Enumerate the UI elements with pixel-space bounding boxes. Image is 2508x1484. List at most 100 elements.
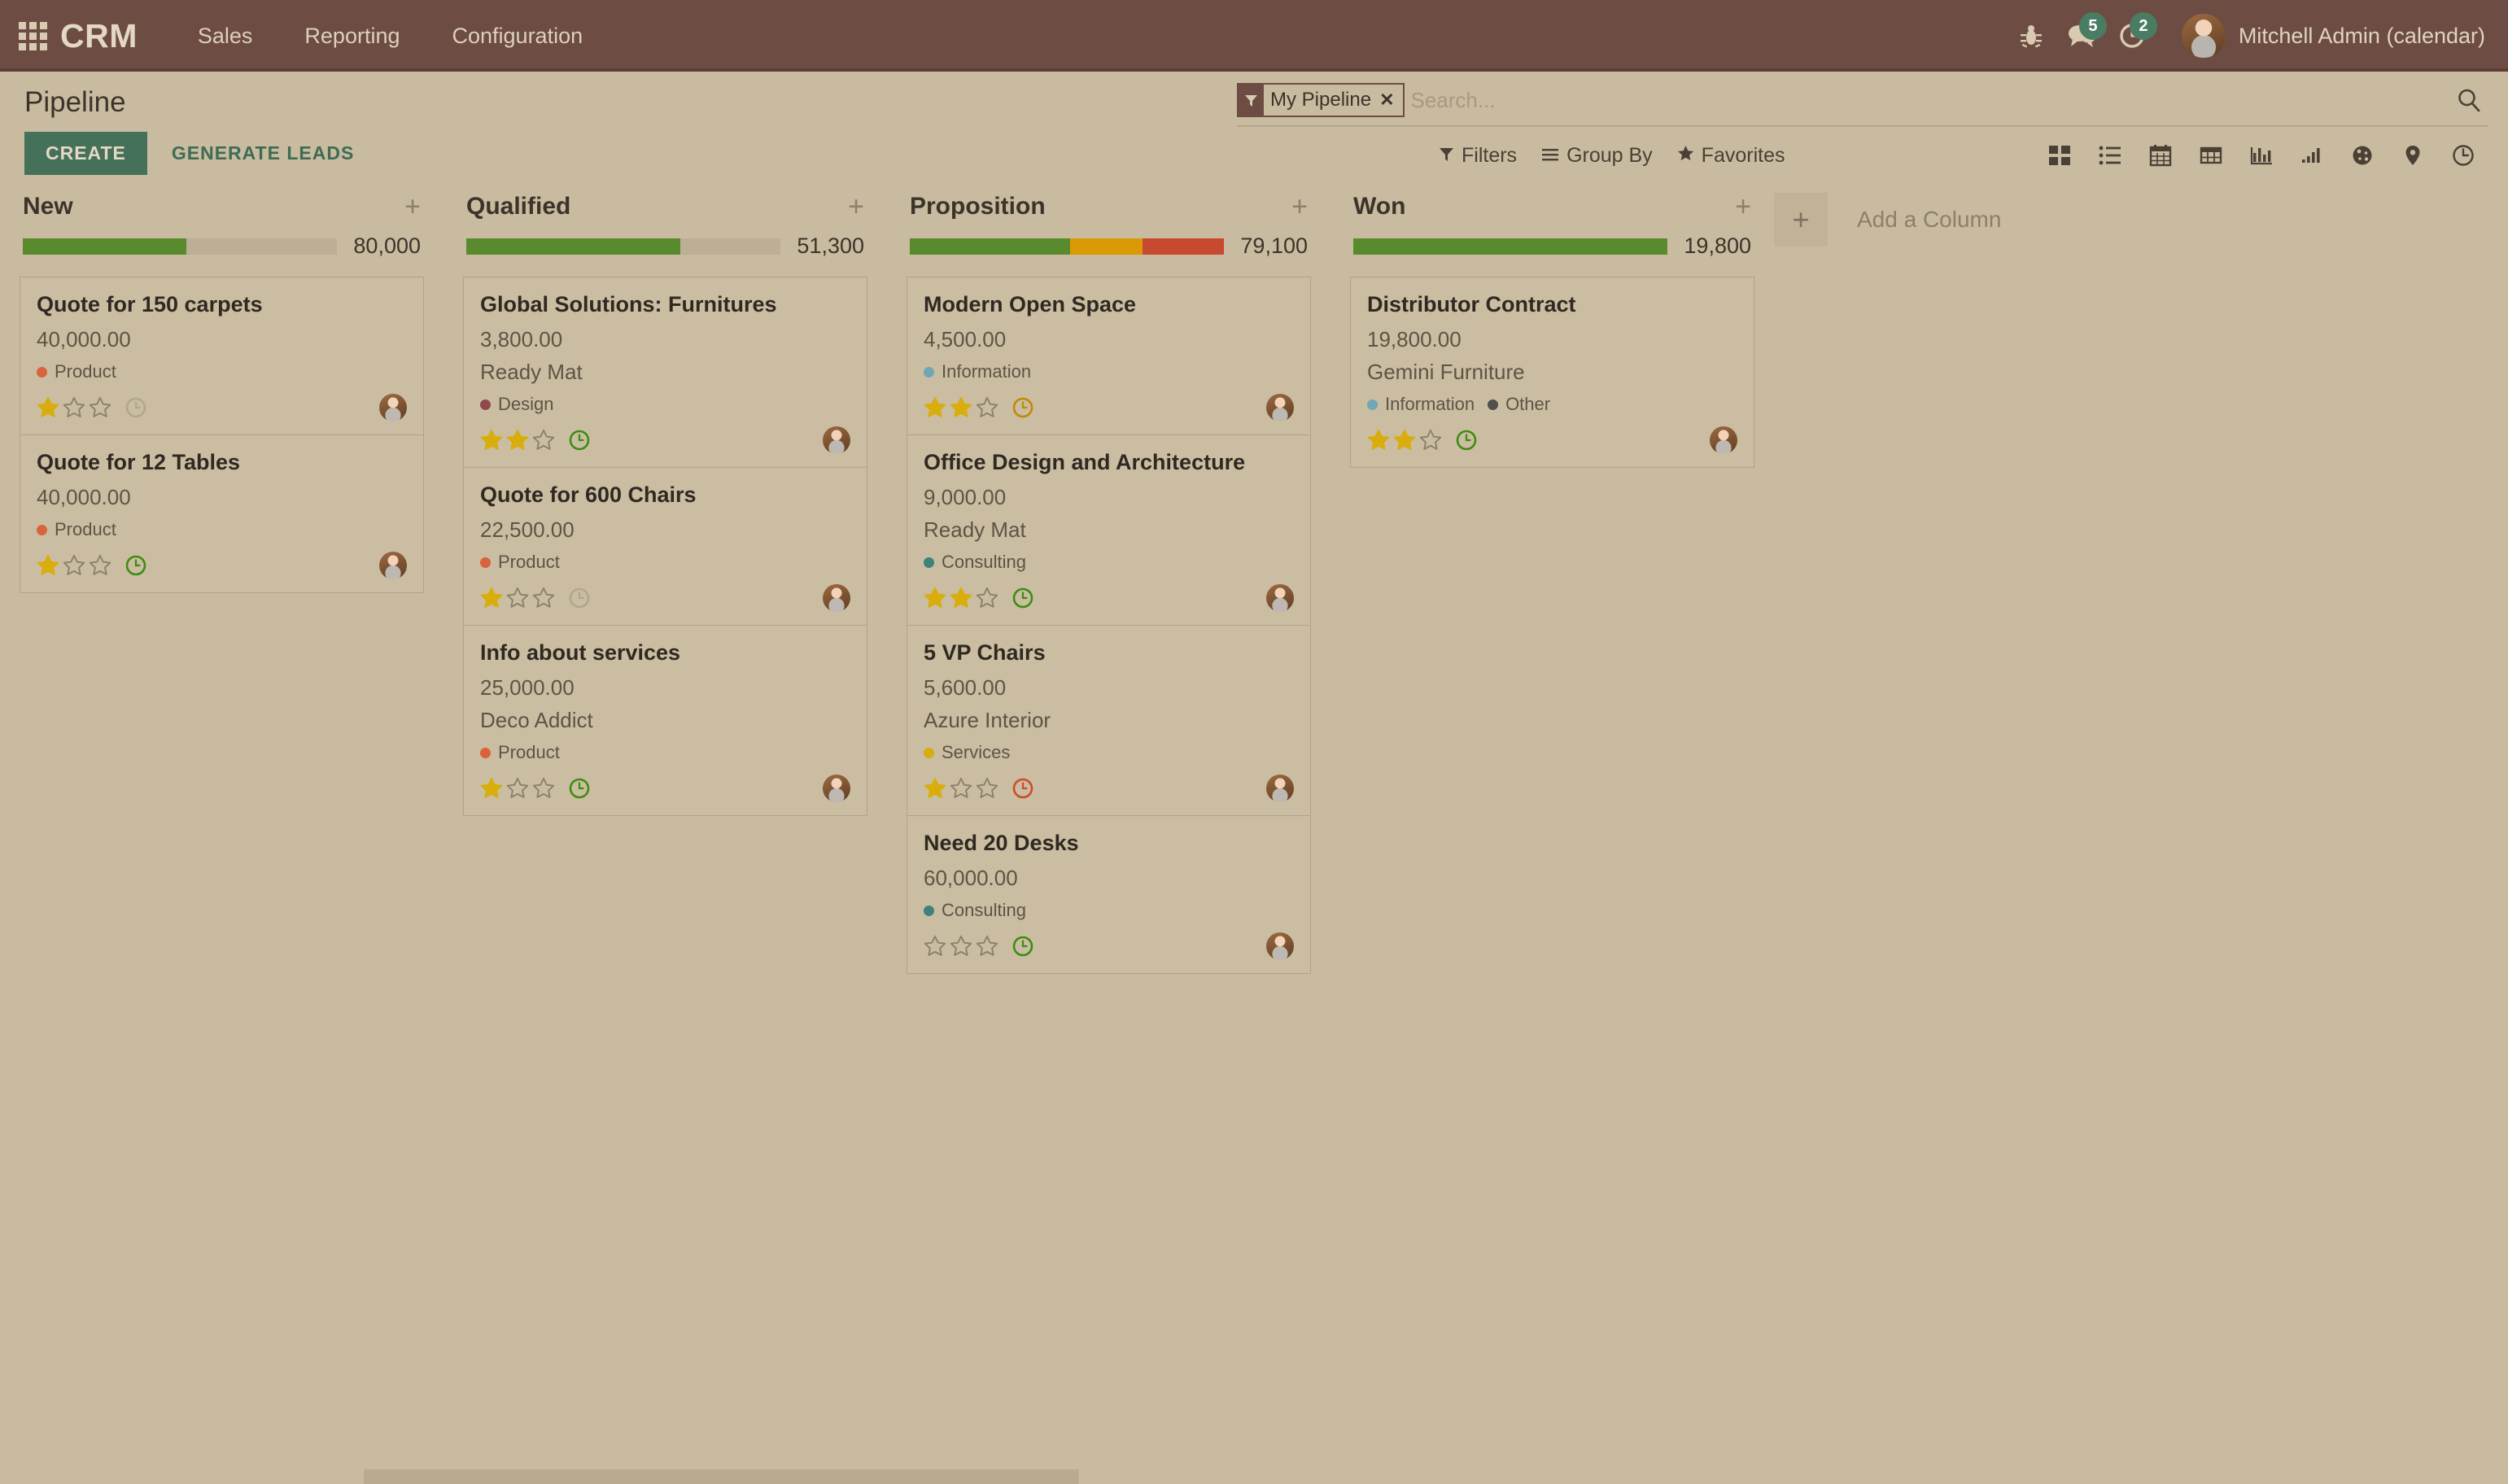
priority-stars[interactable]	[37, 554, 111, 577]
kanban-card[interactable]: Quote for 600 Chairs 22,500.00 Product	[463, 468, 867, 626]
avatar[interactable]	[2181, 14, 2226, 58]
list-view-icon[interactable]	[2085, 140, 2135, 171]
kanban-view-icon[interactable]	[2034, 140, 2085, 171]
progress-segment[interactable]	[1353, 238, 1668, 255]
search-bar[interactable]: My Pipeline ✕	[1237, 83, 2488, 127]
nav-item-reporting[interactable]: Reporting	[278, 0, 426, 72]
activities-clock-icon[interactable]: 2	[2107, 11, 2157, 61]
kanban-card[interactable]: Global Solutions: Furnitures 3,800.00 Read…	[463, 277, 867, 469]
tag-label: Product	[55, 361, 116, 382]
avatar[interactable]	[823, 584, 850, 613]
add-column-label[interactable]: Add a Column	[1857, 193, 2001, 247]
add-card-button[interactable]: +	[848, 193, 864, 220]
messages-icon[interactable]: 5	[2056, 11, 2107, 61]
nav-item-sales[interactable]: Sales	[172, 0, 279, 72]
avatar[interactable]	[1266, 584, 1294, 613]
priority-stars[interactable]	[924, 587, 998, 609]
kanban-card-amount: 9,000.00	[924, 485, 1007, 510]
progress-bar[interactable]	[1353, 238, 1668, 255]
kanban-card-title: 5 VP Chairs	[924, 640, 1046, 666]
avatar[interactable]	[1266, 394, 1294, 422]
priority-stars[interactable]	[480, 777, 555, 800]
avatar[interactable]	[1710, 426, 1737, 455]
add-card-button[interactable]: +	[1735, 193, 1751, 220]
priority-stars[interactable]	[480, 429, 555, 452]
kanban-card[interactable]: Office Design and Architecture 9,000.00 Re…	[907, 435, 1311, 626]
activity-clock-icon[interactable]	[1012, 587, 1034, 609]
create-button[interactable]: CREATE	[24, 132, 147, 175]
nav-item-configuration[interactable]: Configuration	[426, 0, 610, 72]
priority-stars[interactable]	[924, 396, 998, 419]
avatar[interactable]	[1266, 932, 1294, 961]
search-icon[interactable]	[2440, 87, 2488, 113]
calendar-view-icon[interactable]	[2135, 140, 2186, 171]
avatar[interactable]	[823, 426, 850, 455]
filters-dropdown[interactable]: Filters	[1439, 141, 1541, 171]
kanban-card-footer	[924, 932, 1294, 961]
progress-bar[interactable]	[910, 238, 1225, 255]
activity-view-icon[interactable]	[2438, 140, 2488, 171]
add-column-button[interactable]: +	[1774, 193, 1828, 247]
activity-clock-icon[interactable]	[1455, 429, 1478, 452]
add-column-zone[interactable]: + Add a Column	[1774, 193, 2001, 247]
kanban-card-tag: Information	[1367, 394, 1475, 415]
kanban-card[interactable]: Distributor Contract 19,800.00 Gemini Furn…	[1350, 277, 1754, 469]
control-panel: Pipeline CREATE GENERATE LEADS My Pipeli…	[0, 72, 2508, 175]
search-facet-remove-icon[interactable]: ✕	[1379, 85, 1402, 116]
activity-clock-icon[interactable]	[568, 587, 591, 609]
kanban-card[interactable]: 5 VP Chairs 5,600.00 Azure Interior Service…	[907, 626, 1311, 817]
pivot-view-icon[interactable]	[2186, 140, 2236, 171]
group-by-dropdown[interactable]: Group By	[1541, 141, 1677, 171]
favorites-dropdown[interactable]: Favorites	[1677, 141, 1810, 171]
horizontal-scrollbar[interactable]	[0, 1469, 2508, 1484]
kanban-card[interactable]: Modern Open Space 4,500.00 Information	[907, 277, 1311, 436]
avatar[interactable]	[379, 552, 407, 580]
map-view-icon[interactable]	[2388, 140, 2438, 171]
control-panel-left: Pipeline CREATE GENERATE LEADS	[0, 72, 1237, 175]
progress-segment[interactable]	[23, 238, 186, 255]
progress-segment[interactable]	[910, 238, 1071, 255]
activity-clock-icon[interactable]	[1012, 777, 1034, 800]
kanban-card[interactable]: Info about services 25,000.00 Deco Addict P…	[463, 626, 867, 817]
avatar[interactable]	[1266, 775, 1294, 803]
search-facet-my-pipeline[interactable]: My Pipeline ✕	[1237, 83, 1405, 117]
cohort-view-icon[interactable]	[2287, 140, 2337, 171]
kanban-column: New +80,000 Quote for 150 carpets 40,000.00…	[0, 193, 443, 594]
view-switcher	[2034, 140, 2488, 171]
priority-stars[interactable]	[1367, 429, 1442, 452]
add-card-button[interactable]: +	[1291, 193, 1308, 220]
avatar[interactable]	[379, 394, 407, 422]
priority-stars[interactable]	[37, 396, 111, 419]
progress-segment[interactable]	[1070, 238, 1143, 255]
search-input[interactable]	[1409, 87, 2440, 113]
bug-icon[interactable]	[2006, 11, 2056, 61]
priority-stars[interactable]	[480, 587, 555, 609]
progress-bar[interactable]	[23, 238, 338, 255]
app-brand-crm[interactable]: CRM	[60, 17, 138, 55]
progress-segment[interactable]	[1142, 238, 1225, 255]
apps-menu-icon[interactable]	[16, 20, 49, 52]
kanban-card[interactable]: Quote for 12 Tables 40,000.00 Product	[20, 435, 424, 594]
activity-clock-icon[interactable]	[1012, 935, 1034, 958]
activity-clock-icon[interactable]	[568, 777, 591, 800]
user-menu-label[interactable]: Mitchell Admin (calendar)	[2239, 24, 2485, 49]
priority-stars[interactable]	[924, 777, 998, 800]
activity-clock-icon[interactable]	[125, 396, 147, 419]
kanban-card-amount: 3,800.00	[480, 327, 563, 352]
priority-stars[interactable]	[924, 935, 998, 958]
kanban-card-partner: Azure Interior	[924, 708, 1051, 733]
activity-clock-icon[interactable]	[1012, 396, 1034, 419]
activity-clock-icon[interactable]	[125, 554, 147, 577]
kanban-card[interactable]: Quote for 150 carpets 40,000.00 Product	[20, 277, 424, 436]
generate-leads-button[interactable]: GENERATE LEADS	[147, 132, 378, 175]
kanban-card-tag: Services	[924, 742, 1010, 763]
add-card-button[interactable]: +	[404, 193, 421, 220]
filter-funnel-icon	[1439, 144, 1454, 168]
graph-view-icon[interactable]	[2236, 140, 2287, 171]
activity-clock-icon[interactable]	[568, 429, 591, 452]
dashboard-view-icon[interactable]	[2337, 140, 2388, 171]
progress-bar[interactable]	[466, 238, 781, 255]
progress-segment[interactable]	[466, 238, 680, 255]
avatar[interactable]	[823, 775, 850, 803]
kanban-card[interactable]: Need 20 Desks 60,000.00 Consulting	[907, 816, 1311, 975]
